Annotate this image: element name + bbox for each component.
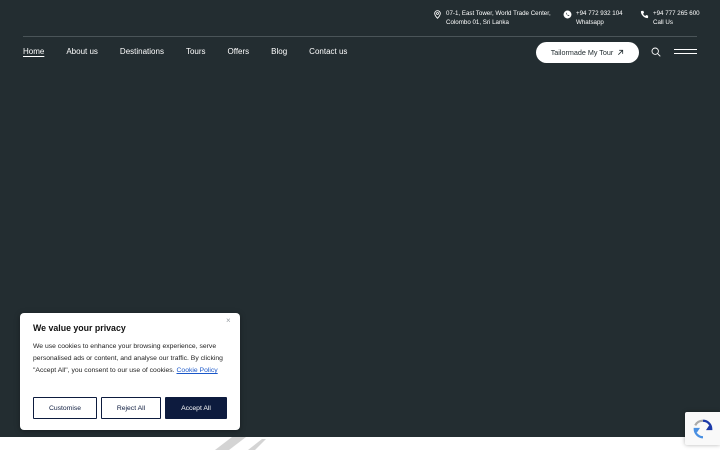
main-nav: Home About us Destinations Tours Offers … [23,47,369,57]
arrow-up-right-icon [617,49,624,56]
phone-icon [640,10,649,19]
decorative-stroke [210,437,270,450]
address-contact: 07-1, East Tower, World Trade Center, Co… [433,9,551,27]
call-contact[interactable]: +94 777 265 600 Call Us [640,9,700,27]
whatsapp-icon [563,10,572,19]
nav-blog[interactable]: Blog [271,47,287,57]
cookie-body: We use cookies to enhance your browsing … [33,341,229,377]
address-line-2: Colombo 01, Sri Lanka [446,19,509,27]
call-number[interactable]: +94 777 265 600 [653,9,700,18]
cookie-consent-dialog: We value your privacy × We use cookies t… [20,313,240,430]
nav-contact-us[interactable]: Contact us [309,47,347,57]
cookie-title: We value your privacy [33,323,126,333]
search-icon[interactable] [651,47,661,57]
nav-about-us[interactable]: About us [66,47,98,57]
location-pin-icon [433,9,442,19]
header-divider [23,36,697,37]
whatsapp-contact[interactable]: +94 772 932 104 Whatsapp [563,9,623,27]
nav-home[interactable]: Home [23,47,44,57]
cookie-policy-link[interactable]: Cookie Policy [177,367,218,374]
whatsapp-label: Whatsapp [576,19,604,27]
tailormade-tour-label: Tailormade My Tour [550,48,614,57]
close-icon[interactable]: × [226,317,233,325]
nav-offers[interactable]: Offers [228,47,250,57]
nav-destinations[interactable]: Destinations [120,47,164,57]
hamburger-menu-icon[interactable] [674,48,697,56]
address-line-1: 07-1, East Tower, World Trade Center, [446,10,551,17]
customise-button[interactable]: Customise [33,397,97,419]
accept-all-button[interactable]: Accept All [165,397,227,419]
call-label: Call Us [653,19,673,27]
recaptcha-icon [693,419,712,438]
recaptcha-badge[interactable] [685,412,720,445]
tailormade-tour-button[interactable]: Tailormade My Tour [536,42,639,63]
nav-tours[interactable]: Tours [186,47,206,57]
whatsapp-number[interactable]: +94 772 932 104 [576,9,623,18]
reject-all-button[interactable]: Reject All [101,397,161,419]
